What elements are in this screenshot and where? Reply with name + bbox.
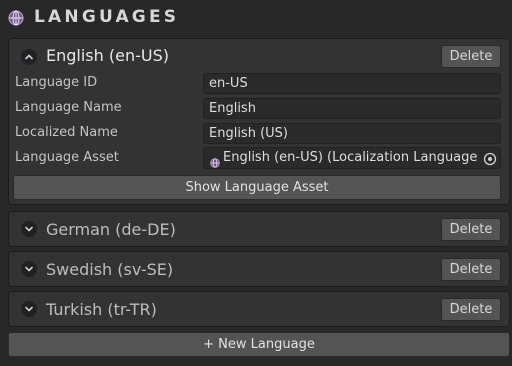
globe-icon	[210, 153, 220, 168]
localized-name-input[interactable]: English (US)	[203, 123, 501, 144]
object-picker-icon[interactable]	[483, 151, 497, 166]
language-id-label: Language ID	[15, 75, 98, 90]
section-header: LANGUAGES	[0, 0, 512, 36]
language-title[interactable]: Swedish (sv-SE)	[46, 260, 173, 280]
chevron-down-icon[interactable]	[21, 221, 37, 237]
delete-button[interactable]: Delete	[441, 45, 501, 68]
delete-button[interactable]: Delete	[441, 218, 501, 241]
delete-button[interactable]: Delete	[441, 258, 501, 281]
language-name-label: Language Name	[15, 100, 122, 115]
language-title[interactable]: German (de-DE)	[46, 220, 176, 240]
new-language-button[interactable]: + New Language	[8, 332, 510, 357]
language-asset-value: English (en-US) (Localization Language)	[223, 150, 477, 165]
language-title[interactable]: Turkish (tr-TR)	[46, 300, 157, 320]
globe-icon	[8, 10, 24, 26]
language-panel-swedish: Swedish (sv-SE) Delete	[8, 251, 510, 287]
language-title[interactable]: English (en-US)	[46, 46, 169, 66]
language-id-input[interactable]: en-US	[203, 73, 501, 94]
language-name-input[interactable]: English	[203, 98, 501, 119]
language-panel-german: German (de-DE) Delete	[8, 211, 510, 247]
delete-button[interactable]: Delete	[441, 298, 501, 321]
language-panel-turkish: Turkish (tr-TR) Delete	[8, 291, 510, 327]
chevron-down-icon[interactable]	[21, 261, 37, 277]
language-asset-label: Language Asset	[15, 150, 119, 165]
section-title: LANGUAGES	[34, 7, 180, 27]
language-asset-field[interactable]: English (en-US) (Localization Language)	[203, 147, 501, 169]
chevron-up-icon[interactable]	[21, 49, 37, 65]
language-panel-english: English (en-US) Delete Language ID en-US…	[8, 38, 510, 205]
chevron-down-icon[interactable]	[21, 301, 37, 317]
show-language-asset-button[interactable]: Show Language Asset	[13, 175, 501, 200]
localized-name-label: Localized Name	[15, 125, 118, 140]
languages-inspector: LANGUAGES English (en-US) Delete Languag…	[0, 0, 512, 366]
